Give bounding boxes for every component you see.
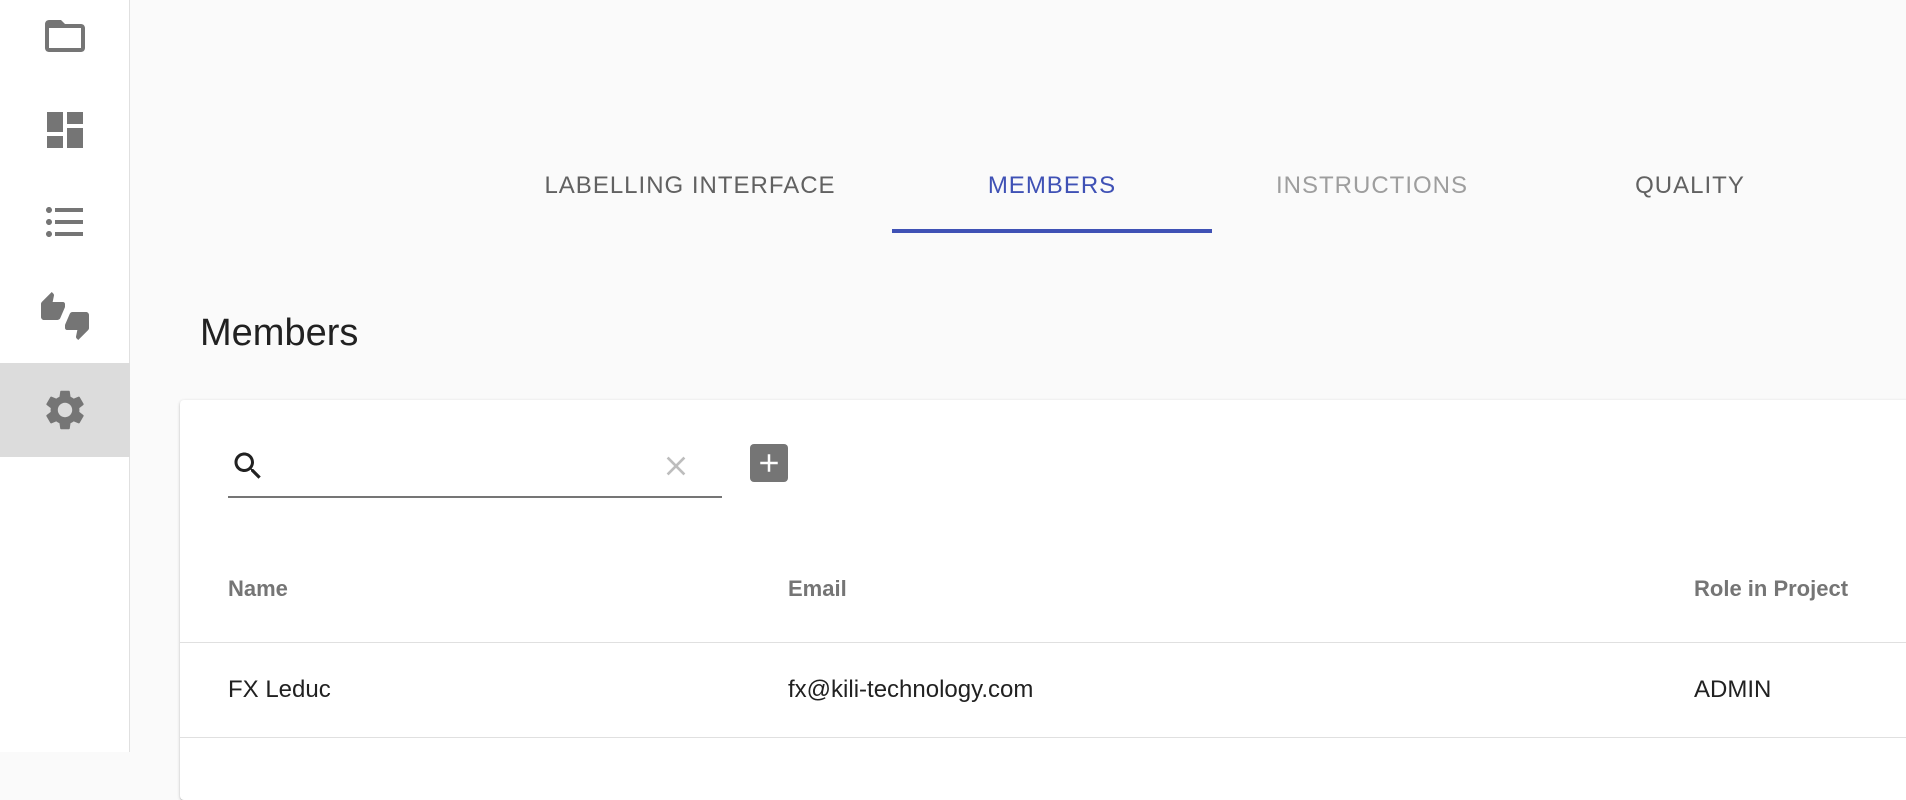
folder-icon: [45, 20, 85, 52]
sidebar-item-projects[interactable]: [0, 0, 130, 83]
dashboard-icon: [47, 112, 83, 148]
tab-members[interactable]: MEMBERS: [892, 140, 1212, 232]
thumbs-up-down-icon: [41, 292, 89, 340]
tab-quality[interactable]: QUALITY: [1530, 140, 1850, 232]
clear-search-icon[interactable]: [660, 450, 692, 482]
tab-labelling-interface[interactable]: LABELLING INTERFACE: [530, 140, 850, 232]
sidebar-item-settings[interactable]: [0, 363, 130, 457]
table-header: Name Email Role in Project: [180, 536, 1906, 643]
member-name: FX Leduc: [228, 676, 331, 703]
active-tab-indicator: [892, 229, 1212, 233]
search-input[interactable]: [278, 444, 652, 490]
search-field: [228, 438, 722, 498]
sidebar-item-assets-list[interactable]: [0, 175, 130, 269]
main-content: LABELLING INTERFACE MEMBERS INSTRUCTIONS…: [130, 0, 1906, 800]
plus-icon: [760, 454, 778, 472]
settings-gear-icon: [46, 390, 84, 430]
tab-instructions: INSTRUCTIONS: [1276, 172, 1468, 199]
search-icon: [230, 448, 266, 484]
sidebar: [0, 0, 130, 752]
members-card: Name Email Role in Project FX Leduc fx@k…: [180, 400, 1906, 800]
table-row[interactable]: FX Leduc fx@kili-technology.com ADMIN: [180, 643, 1906, 738]
member-role[interactable]: ADMIN: [1694, 643, 1771, 737]
add-member-button[interactable]: [750, 444, 788, 482]
column-header-name[interactable]: Name: [228, 536, 288, 642]
sidebar-item-review[interactable]: [0, 269, 130, 363]
sidebar-item-dashboard[interactable]: [0, 83, 130, 177]
list-icon: [46, 207, 83, 237]
member-email: fx@kili-technology.com: [788, 676, 1034, 703]
project-settings-tabs: LABELLING INTERFACE MEMBERS INSTRUCTIONS…: [130, 140, 1906, 235]
page-title: Members: [200, 312, 359, 354]
column-header-email[interactable]: Email: [788, 536, 847, 642]
column-header-role[interactable]: Role in Project: [1694, 536, 1848, 642]
